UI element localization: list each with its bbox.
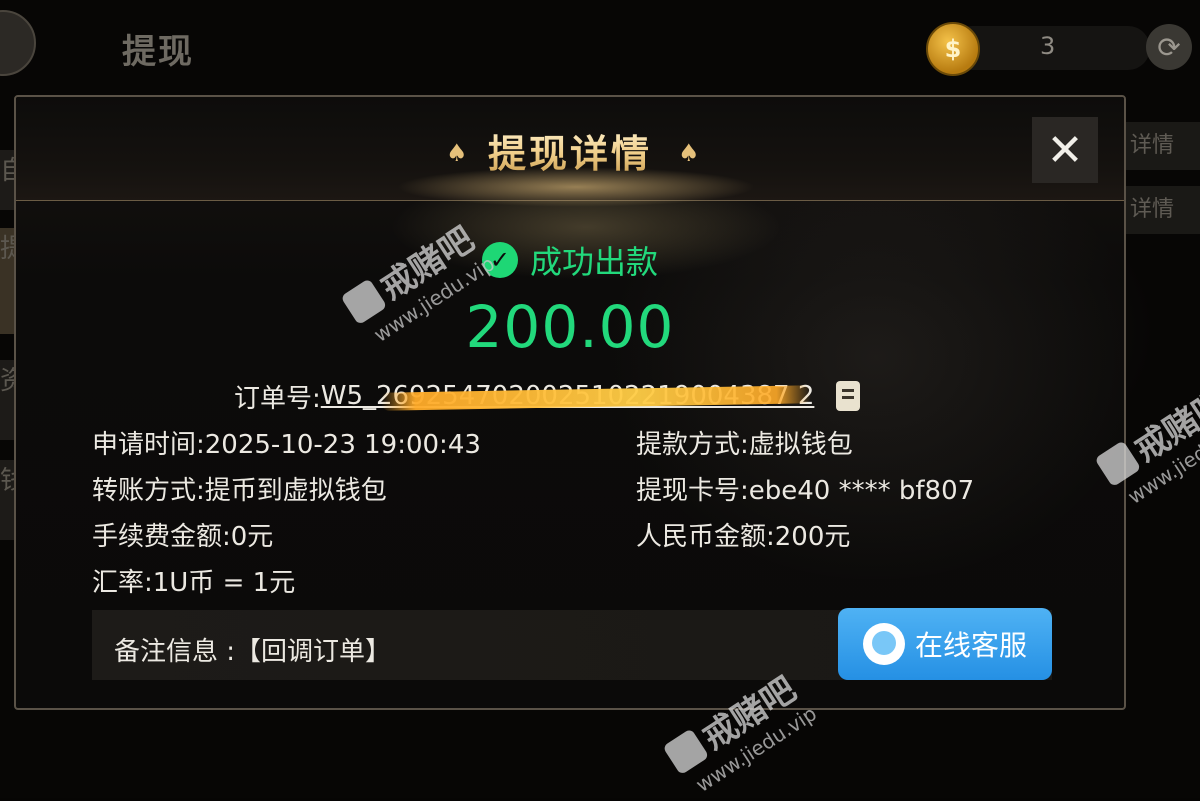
- field-label: 手续费金额:: [92, 522, 231, 552]
- left-tab-label: 提: [0, 234, 14, 264]
- field-label: 转账方式:: [92, 476, 205, 506]
- spade-icon: ♠: [678, 139, 700, 167]
- copy-icon[interactable]: [836, 381, 861, 411]
- page-title: 提现: [122, 32, 194, 72]
- withdraw-amount: 200.00: [465, 293, 675, 361]
- info-fee-amount: 手续费金额:0元: [92, 516, 273, 553]
- order-value: W5_2692547020025102219004387 2: [321, 381, 815, 411]
- customer-service-icon: [862, 623, 905, 665]
- online-service-button[interactable]: 在线客服: [838, 608, 1052, 680]
- field-label: 申请时间:: [92, 430, 205, 460]
- field-label: 人民币金额:: [636, 522, 775, 552]
- balance-value: 3: [1040, 32, 1056, 60]
- remark-text: 备注信息 :【回调订单】: [114, 637, 392, 667]
- status-text: 成功出款: [529, 243, 658, 281]
- left-tab-1[interactable]: 自: [0, 150, 14, 210]
- field-value: 0元: [230, 522, 274, 552]
- top-bar: 提现 $ 3 ⟳: [0, 0, 1200, 96]
- left-tab-3[interactable]: 资: [0, 360, 14, 440]
- field-value: 2025-10-23 19:00:43: [204, 430, 481, 460]
- order-number-row: 订单号: W5_2692547020025102219004387 2: [234, 378, 861, 414]
- info-withdraw-method: 提款方式:虚拟钱包: [636, 424, 853, 461]
- right-tab-1[interactable]: 详情: [1126, 122, 1200, 170]
- field-value: 虚拟钱包: [748, 430, 853, 460]
- modal-header: ♠ 提现详情 ♠ ✕: [16, 97, 1124, 207]
- info-exchange-rate: 汇率:1U币 = 1元: [92, 562, 295, 599]
- field-label: 提款方式:: [636, 430, 749, 460]
- status-row: ✓ 成功出款: [16, 237, 1124, 281]
- right-tab-label: 详情: [1130, 197, 1175, 222]
- refresh-icon[interactable]: ⟳: [1146, 24, 1192, 70]
- info-transfer-method: 转账方式:提币到虚拟钱包: [92, 470, 387, 507]
- field-label: 汇率:: [92, 568, 153, 598]
- right-tab-2[interactable]: 详情: [1126, 186, 1200, 234]
- field-value: 1U币 = 1元: [152, 568, 296, 598]
- left-tab-label: 钱: [0, 466, 14, 496]
- info-rmb-amount: 人民币金额:200元: [636, 516, 850, 553]
- field-value: ebe40 **** bf807: [748, 476, 975, 506]
- info-card-number: 提现卡号:ebe40 **** bf807: [636, 470, 974, 507]
- online-service-label: 在线客服: [914, 629, 1027, 662]
- left-tab-label: 自: [0, 156, 14, 186]
- field-value: 提币到虚拟钱包: [204, 476, 387, 506]
- info-apply-time: 申请时间:2025-10-23 19:00:43: [92, 424, 481, 461]
- field-value: 200元: [774, 522, 851, 552]
- right-tab-label: 详情: [1130, 133, 1175, 158]
- back-button[interactable]: [0, 10, 36, 76]
- left-tab-4[interactable]: 钱: [0, 460, 14, 540]
- coin-icon: $: [926, 22, 980, 76]
- close-button[interactable]: ✕: [1032, 117, 1098, 183]
- field-label: 提现卡号:: [636, 476, 749, 506]
- left-tab-label: 资: [0, 366, 14, 396]
- withdraw-detail-modal: ♠ 提现详情 ♠ ✕ ✓ 成功出款 200.00 订单号: W5_2692547…: [14, 95, 1126, 710]
- left-tab-2[interactable]: 提: [0, 228, 14, 334]
- order-label: 订单号:: [234, 383, 321, 414]
- modal-title: 提现详情: [16, 123, 1124, 178]
